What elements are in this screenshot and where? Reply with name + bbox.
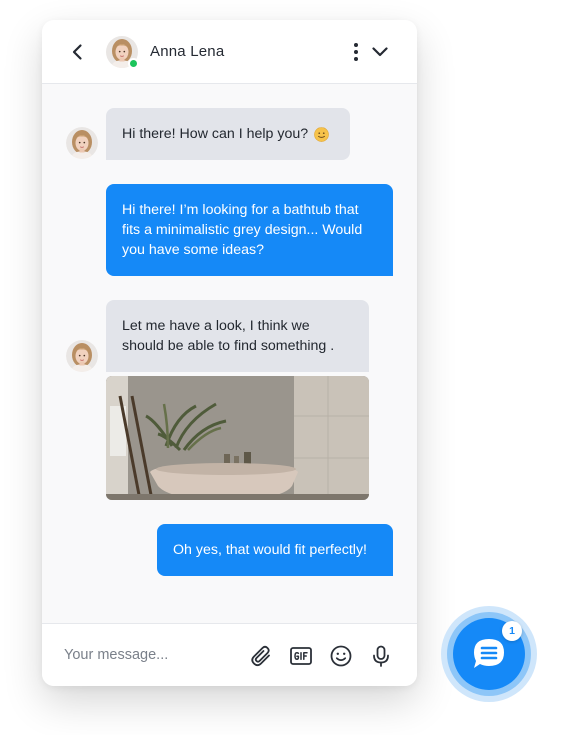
message-input[interactable] — [64, 644, 244, 666]
message-composer — [42, 623, 417, 686]
chevron-down-icon[interactable] — [371, 43, 389, 61]
online-status-indicator — [128, 58, 139, 69]
chevron-left-icon[interactable] — [68, 42, 88, 62]
message-text: Oh yes, that would fit perfectly! — [173, 542, 367, 558]
message-line: you have some ideas? — [122, 242, 264, 258]
paperclip-icon[interactable] — [249, 644, 273, 668]
gif-icon[interactable] — [289, 644, 313, 668]
contact-name: Anna Lena — [150, 43, 225, 60]
user-message-bubble: Hi there! I’m looking for a bathtub that… — [106, 184, 393, 276]
smiley-icon[interactable] — [329, 644, 353, 668]
chat-bubble-icon — [474, 639, 504, 668]
chat-launcher-button[interactable]: 1 — [441, 606, 537, 702]
message-text: Hi there! How can I help you? — [122, 126, 309, 142]
bathroom-photo[interactable] — [106, 376, 369, 500]
agent-avatar — [66, 127, 98, 159]
microphone-icon[interactable] — [369, 644, 393, 668]
more-vertical-icon[interactable] — [348, 42, 364, 62]
slightly-smiling-face-icon — [314, 126, 329, 142]
message-line: should be able to find something . — [122, 338, 335, 354]
chat-window: Anna Lena Hi there! How can I help you? — [42, 20, 417, 686]
agent-message-bubble: Let me have a look, I think we should be… — [106, 300, 369, 372]
user-message-bubble: Oh yes, that would fit perfectly! — [157, 524, 393, 576]
message-line: Hi there! I’m looking for a bathtub that — [122, 202, 359, 218]
chat-header: Anna Lena — [42, 20, 417, 84]
agent-message-bubble: Hi there! How can I help you? — [106, 108, 350, 160]
message-line: Let me have a look, I think we — [122, 318, 310, 334]
agent-avatar — [66, 340, 98, 372]
message-line: fits a minimalistic grey design... Would — [122, 222, 363, 238]
unread-badge: 1 — [502, 621, 522, 641]
